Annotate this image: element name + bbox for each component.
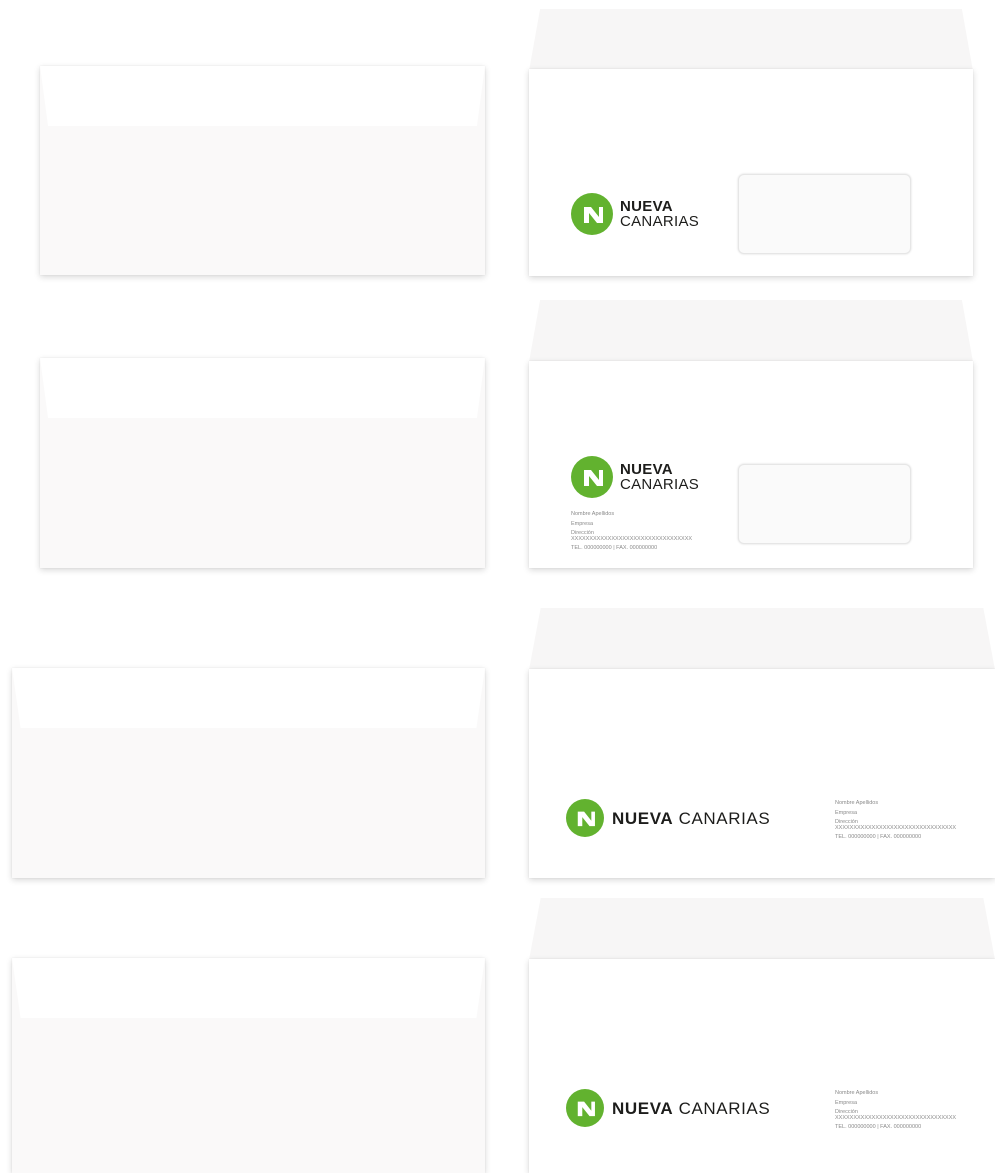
brand-name-strong: NUEVA — [612, 1098, 674, 1118]
envelope-front-flap-3 — [529, 608, 995, 670]
address-window — [738, 174, 911, 254]
brand-wordmark: NUEVA CANARIAS — [612, 808, 771, 828]
envelope-front-flap-2 — [529, 300, 973, 362]
brand-wordmark: NUEVA CANARIAS — [620, 199, 699, 229]
nueva-canarias-n-logo-icon — [566, 1089, 604, 1127]
sender-company: Empresa — [571, 520, 594, 527]
envelope-flap — [12, 668, 485, 728]
sender-company: Empresa — [835, 1099, 858, 1106]
brand-logo: NUEVA CANARIAS — [566, 1089, 770, 1127]
brand-name-light: CANARIAS — [678, 808, 771, 828]
brand-logo: NUEVA CANARIAS — [571, 193, 699, 235]
sender-address: Nombre Apellidos Empresa Dirección XXXXX… — [571, 510, 692, 554]
envelope-flap — [12, 958, 485, 1018]
nueva-canarias-n-logo-icon — [571, 456, 613, 498]
sender-phone: TEL. 000000000 | FAX. 000000000 — [835, 834, 922, 840]
envelope-front-1: NUEVA CANARIAS — [529, 69, 973, 276]
brand-logo: NUEVA CANARIAS — [566, 799, 770, 837]
envelope-front-3: NUEVA CANARIAS Nombre Apellidos Empresa … — [529, 669, 995, 878]
envelope-flap — [40, 66, 485, 126]
brand-wordmark: NUEVA CANARIAS — [612, 1098, 771, 1118]
address-window — [738, 464, 911, 544]
envelope-front-flap-4 — [529, 898, 995, 960]
nueva-canarias-n-logo-icon — [571, 193, 613, 235]
sender-phone: TEL. 000000000 | FAX. 000000000 — [835, 1124, 922, 1130]
envelope-back-4 — [12, 958, 485, 1173]
envelope-front-2: NUEVA CANARIAS Nombre Apellidos Empresa … — [529, 361, 973, 568]
sender-address-value: XXXXXXXXXXXXXXXXXXXXXXXXXXXXXXXXX — [835, 1115, 957, 1121]
brand-name-light: CANARIAS — [620, 213, 700, 230]
envelope-back-1 — [40, 66, 485, 275]
sender-address-value: XXXXXXXXXXXXXXXXXXXXXXXXXXXXXXXXX — [571, 536, 693, 542]
brand-name-light: CANARIAS — [620, 476, 700, 493]
envelope-flap — [40, 358, 485, 418]
envelope-front-flap-1 — [529, 9, 973, 71]
brand-name-light: CANARIAS — [678, 1098, 771, 1118]
sender-name: Nombre Apellidos — [835, 800, 879, 806]
brand-name-strong: NUEVA — [620, 461, 673, 478]
sender-address-value: XXXXXXXXXXXXXXXXXXXXXXXXXXXXXXXXX — [835, 825, 957, 831]
sender-address: Nombre Apellidos Empresa Dirección XXXXX… — [835, 799, 956, 843]
sender-name: Nombre Apellidos — [571, 511, 615, 517]
envelope-front-4: NUEVA CANARIAS Nombre Apellidos Empresa … — [529, 959, 995, 1173]
sender-company: Empresa — [835, 809, 858, 816]
brand-name-strong: NUEVA — [620, 198, 673, 215]
sender-address: Nombre Apellidos Empresa Dirección XXXXX… — [835, 1089, 956, 1133]
envelope-back-2 — [40, 358, 485, 568]
brand-logo: NUEVA CANARIAS — [571, 456, 699, 498]
brand-wordmark: NUEVA CANARIAS — [620, 462, 699, 492]
envelope-back-3 — [12, 668, 485, 878]
sender-phone: TEL. 000000000 | FAX. 000000000 — [571, 545, 658, 551]
sender-name: Nombre Apellidos — [835, 1090, 879, 1096]
brand-name-strong: NUEVA — [612, 808, 674, 828]
nueva-canarias-n-logo-icon — [566, 799, 604, 837]
